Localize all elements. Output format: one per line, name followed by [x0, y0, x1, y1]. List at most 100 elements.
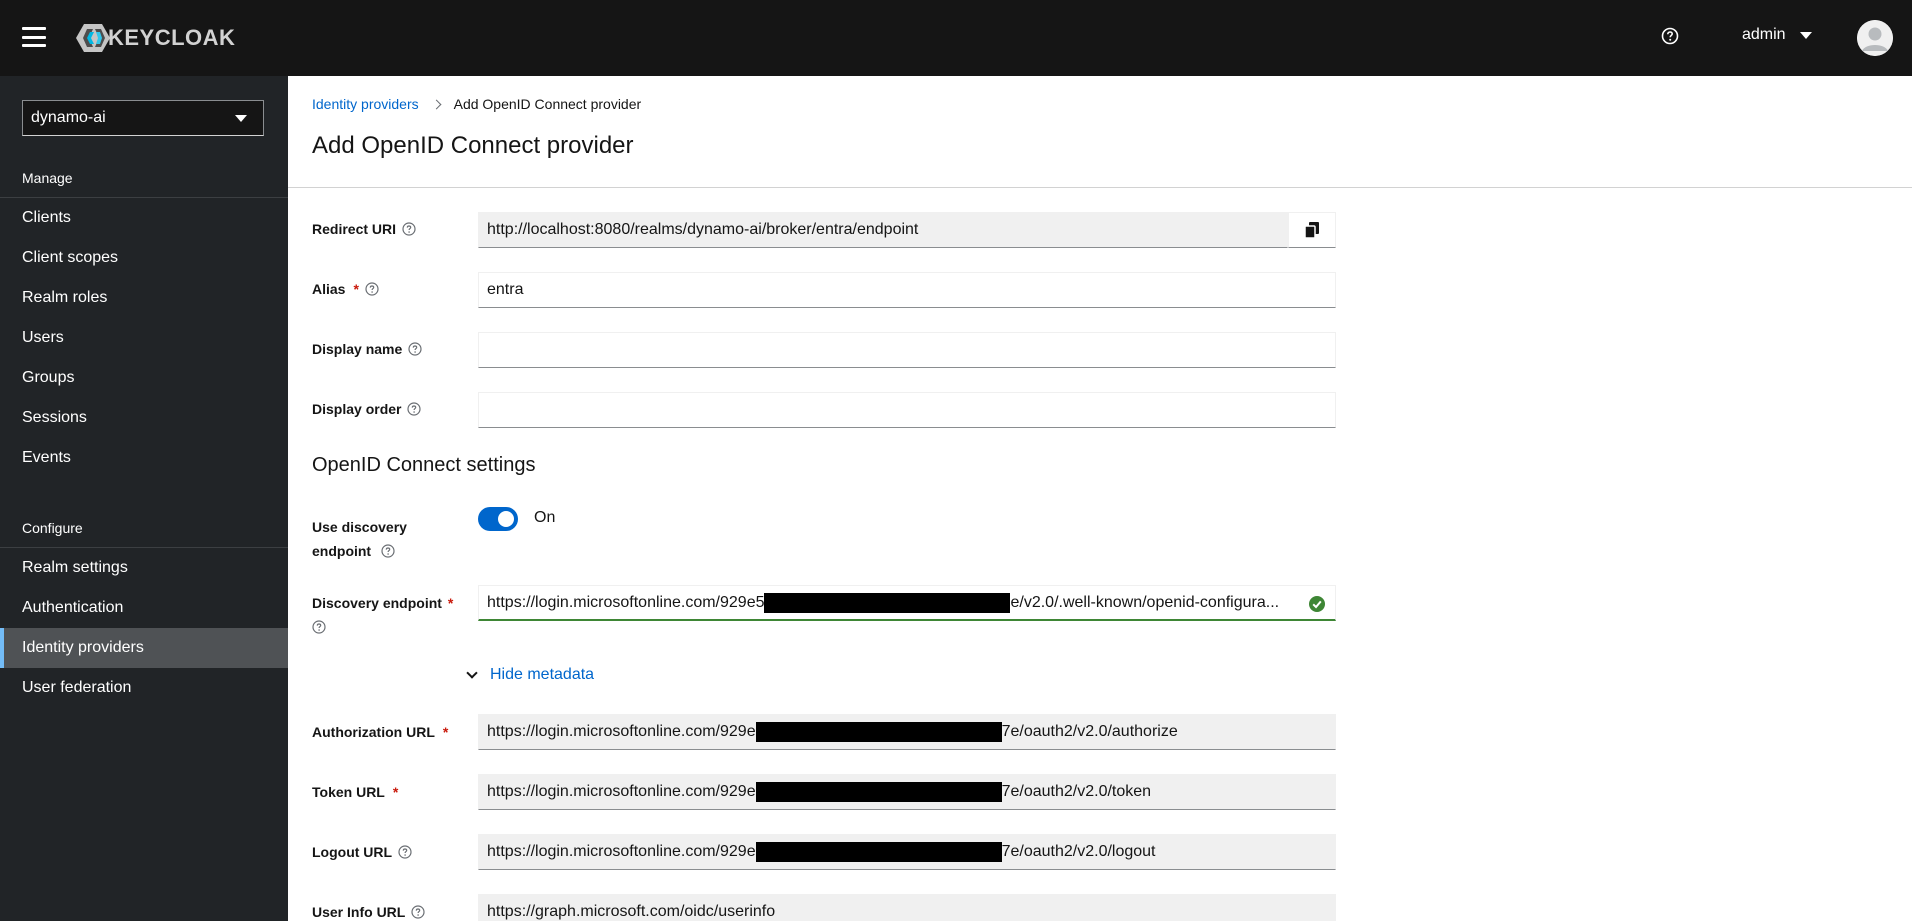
help-icon[interactable]	[407, 402, 422, 416]
sidebar-item-client-scopes[interactable]: Client scopes	[0, 238, 288, 278]
use-discovery-label: Use discovery endpoint	[312, 515, 407, 563]
user-info-url-label: User Info URL	[312, 904, 425, 920]
hide-metadata-label: Hide metadata	[490, 666, 595, 683]
user-menu-toggle[interactable]: admin	[1742, 26, 1812, 44]
caret-down-icon	[235, 114, 247, 122]
sidebar-item-events[interactable]: Events	[0, 438, 288, 478]
avatar[interactable]	[1857, 20, 1893, 56]
required-mark: *	[447, 595, 454, 611]
token-url-label-text: Token URL	[312, 784, 385, 800]
sidebar-item-identity-providers[interactable]: Identity providers	[0, 628, 288, 668]
help-icon[interactable]	[402, 222, 416, 236]
authorization-url-suffix: 7e/oauth2/v2.0/authorize	[1001, 723, 1178, 740]
logout-url-field[interactable]: https://login.microsoftonline.com/929e 7e…	[478, 834, 1336, 870]
logout-url-label-text: Logout URL	[312, 844, 393, 860]
copy-button[interactable]	[1288, 212, 1336, 248]
user-name: admin	[1742, 26, 1786, 43]
sidebar-item-groups[interactable]: Groups	[0, 358, 288, 398]
token-url-field[interactable]: https://login.microsoftonline.com/929e 7e…	[478, 774, 1336, 810]
required-mark: *	[392, 784, 399, 800]
discovery-endpoint-label-text: Discovery endpoint	[312, 595, 442, 611]
page-header: Identity providers Add OpenID Connect pr…	[288, 76, 1912, 188]
realm-selector[interactable]: dynamo-ai	[22, 100, 264, 136]
breadcrumb-separator-icon	[431, 99, 442, 109]
authorization-url-label: Authorization URL *	[312, 724, 448, 740]
redirect-uri-label: Redirect URI	[312, 221, 416, 237]
redirect-uri-field[interactable]: http://localhost:8080/realms/dynamo-ai/b…	[478, 212, 1288, 248]
user-info-url-label-text: User Info URL	[312, 904, 406, 920]
sidebar-item-realm-settings[interactable]: Realm settings	[0, 548, 288, 588]
help-icon[interactable]	[411, 905, 425, 919]
breadcrumb-identity-providers-link[interactable]: Identity providers	[312, 96, 419, 112]
help-icon[interactable]	[381, 544, 395, 558]
redacted-block	[755, 842, 1002, 862]
chevron-down-icon	[466, 667, 478, 679]
breadcrumb-current: Add OpenID Connect provider	[453, 96, 642, 112]
display-name-input[interactable]	[478, 332, 1336, 368]
check-circle-icon	[1309, 596, 1325, 612]
toggle-state-label: On	[534, 509, 556, 526]
nav-section-manage: Manage	[22, 170, 73, 186]
display-order-label-text: Display order	[312, 401, 402, 417]
redacted-block	[764, 592, 1011, 613]
alias-label-text: Alias	[312, 281, 346, 297]
logout-url-label: Logout URL	[312, 844, 412, 860]
authorization-url-field[interactable]: https://login.microsoftonline.com/929e 7e…	[478, 714, 1336, 750]
token-url-label: Token URL *	[312, 784, 398, 800]
user-info-url-value: https://graph.microsoft.com/oidc/userinf…	[487, 903, 776, 920]
logout-url-suffix: 7e/oauth2/v2.0/logout	[1001, 843, 1156, 860]
masthead: KEYCLOAK admin	[0, 0, 1912, 76]
help-icon[interactable]	[408, 342, 422, 356]
token-url-suffix: 7e/oauth2/v2.0/token	[1001, 783, 1152, 800]
redacted-block	[755, 782, 1002, 802]
keycloak-logo[interactable]: KEYCLOAK	[74, 20, 235, 56]
required-mark: *	[353, 281, 359, 297]
hide-metadata-toggle[interactable]: Hide metadata	[464, 666, 594, 684]
authorization-url-label-text: Authorization URL	[312, 724, 435, 740]
discovery-endpoint-label: Discovery endpoint *	[312, 591, 453, 639]
help-icon[interactable]	[365, 282, 379, 296]
redacted-block	[755, 722, 1002, 742]
nav-section-configure: Configure	[22, 520, 83, 536]
alias-value: entra	[487, 281, 524, 298]
sidebar-item-user-federation[interactable]: User federation	[0, 668, 288, 708]
help-icon[interactable]	[312, 620, 326, 634]
main-content: Identity providers Add OpenID Connect pr…	[288, 76, 1912, 921]
user-info-url-field[interactable]: https://graph.microsoft.com/oidc/userinf…	[478, 894, 1336, 921]
alias-input[interactable]: entra	[478, 272, 1336, 308]
help-icon[interactable]	[398, 845, 412, 859]
display-order-input[interactable]	[478, 392, 1336, 428]
logo-text: KEYCLOAK	[108, 25, 236, 50]
sidebar-item-authentication[interactable]: Authentication	[0, 588, 288, 628]
section-title: OpenID Connect settings	[312, 454, 536, 476]
display-name-label: Display name	[312, 341, 422, 357]
display-name-label-text: Display name	[312, 341, 403, 357]
use-discovery-label-line2: endpoint	[312, 543, 372, 559]
redirect-uri-label-text: Redirect URI	[312, 221, 397, 237]
breadcrumb: Identity providers Add OpenID Connect pr…	[312, 96, 641, 112]
authorization-url-prefix: https://login.microsoftonline.com/929e	[487, 723, 756, 740]
avatar-icon	[1857, 20, 1893, 56]
sidebar-item-realm-roles[interactable]: Realm roles	[0, 278, 288, 318]
required-mark: *	[442, 724, 449, 740]
page-title: Add OpenID Connect provider	[312, 132, 634, 159]
sidebar-item-users[interactable]: Users	[0, 318, 288, 358]
hamburger-menu-icon[interactable]	[22, 27, 46, 47]
use-discovery-label-line1: Use discovery	[312, 519, 407, 535]
sidebar-item-clients[interactable]: Clients	[0, 198, 288, 238]
realm-name: dynamo-ai	[31, 109, 106, 126]
discovery-endpoint-suffix: e/v2.0/.well-known/openid-configura...	[1010, 593, 1280, 611]
alias-label: Alias *	[312, 281, 379, 297]
use-discovery-toggle[interactable]	[478, 507, 518, 531]
display-order-label: Display order	[312, 401, 422, 417]
copy-icon	[1305, 222, 1319, 238]
discovery-endpoint-prefix: https://login.microsoftonline.com/929e5	[487, 593, 765, 611]
token-url-prefix: https://login.microsoftonline.com/929e	[487, 783, 756, 800]
sidebar-item-sessions[interactable]: Sessions	[0, 398, 288, 438]
logout-url-prefix: https://login.microsoftonline.com/929e	[487, 843, 756, 860]
caret-down-icon	[1799, 31, 1812, 39]
sidebar: dynamo-ai Manage Clients Client scopes R…	[0, 76, 288, 921]
keycloak-logo-icon	[76, 24, 110, 52]
help-icon[interactable]	[1661, 27, 1679, 45]
discovery-endpoint-input[interactable]: https://login.microsoftonline.com/929e5 e…	[478, 585, 1336, 621]
